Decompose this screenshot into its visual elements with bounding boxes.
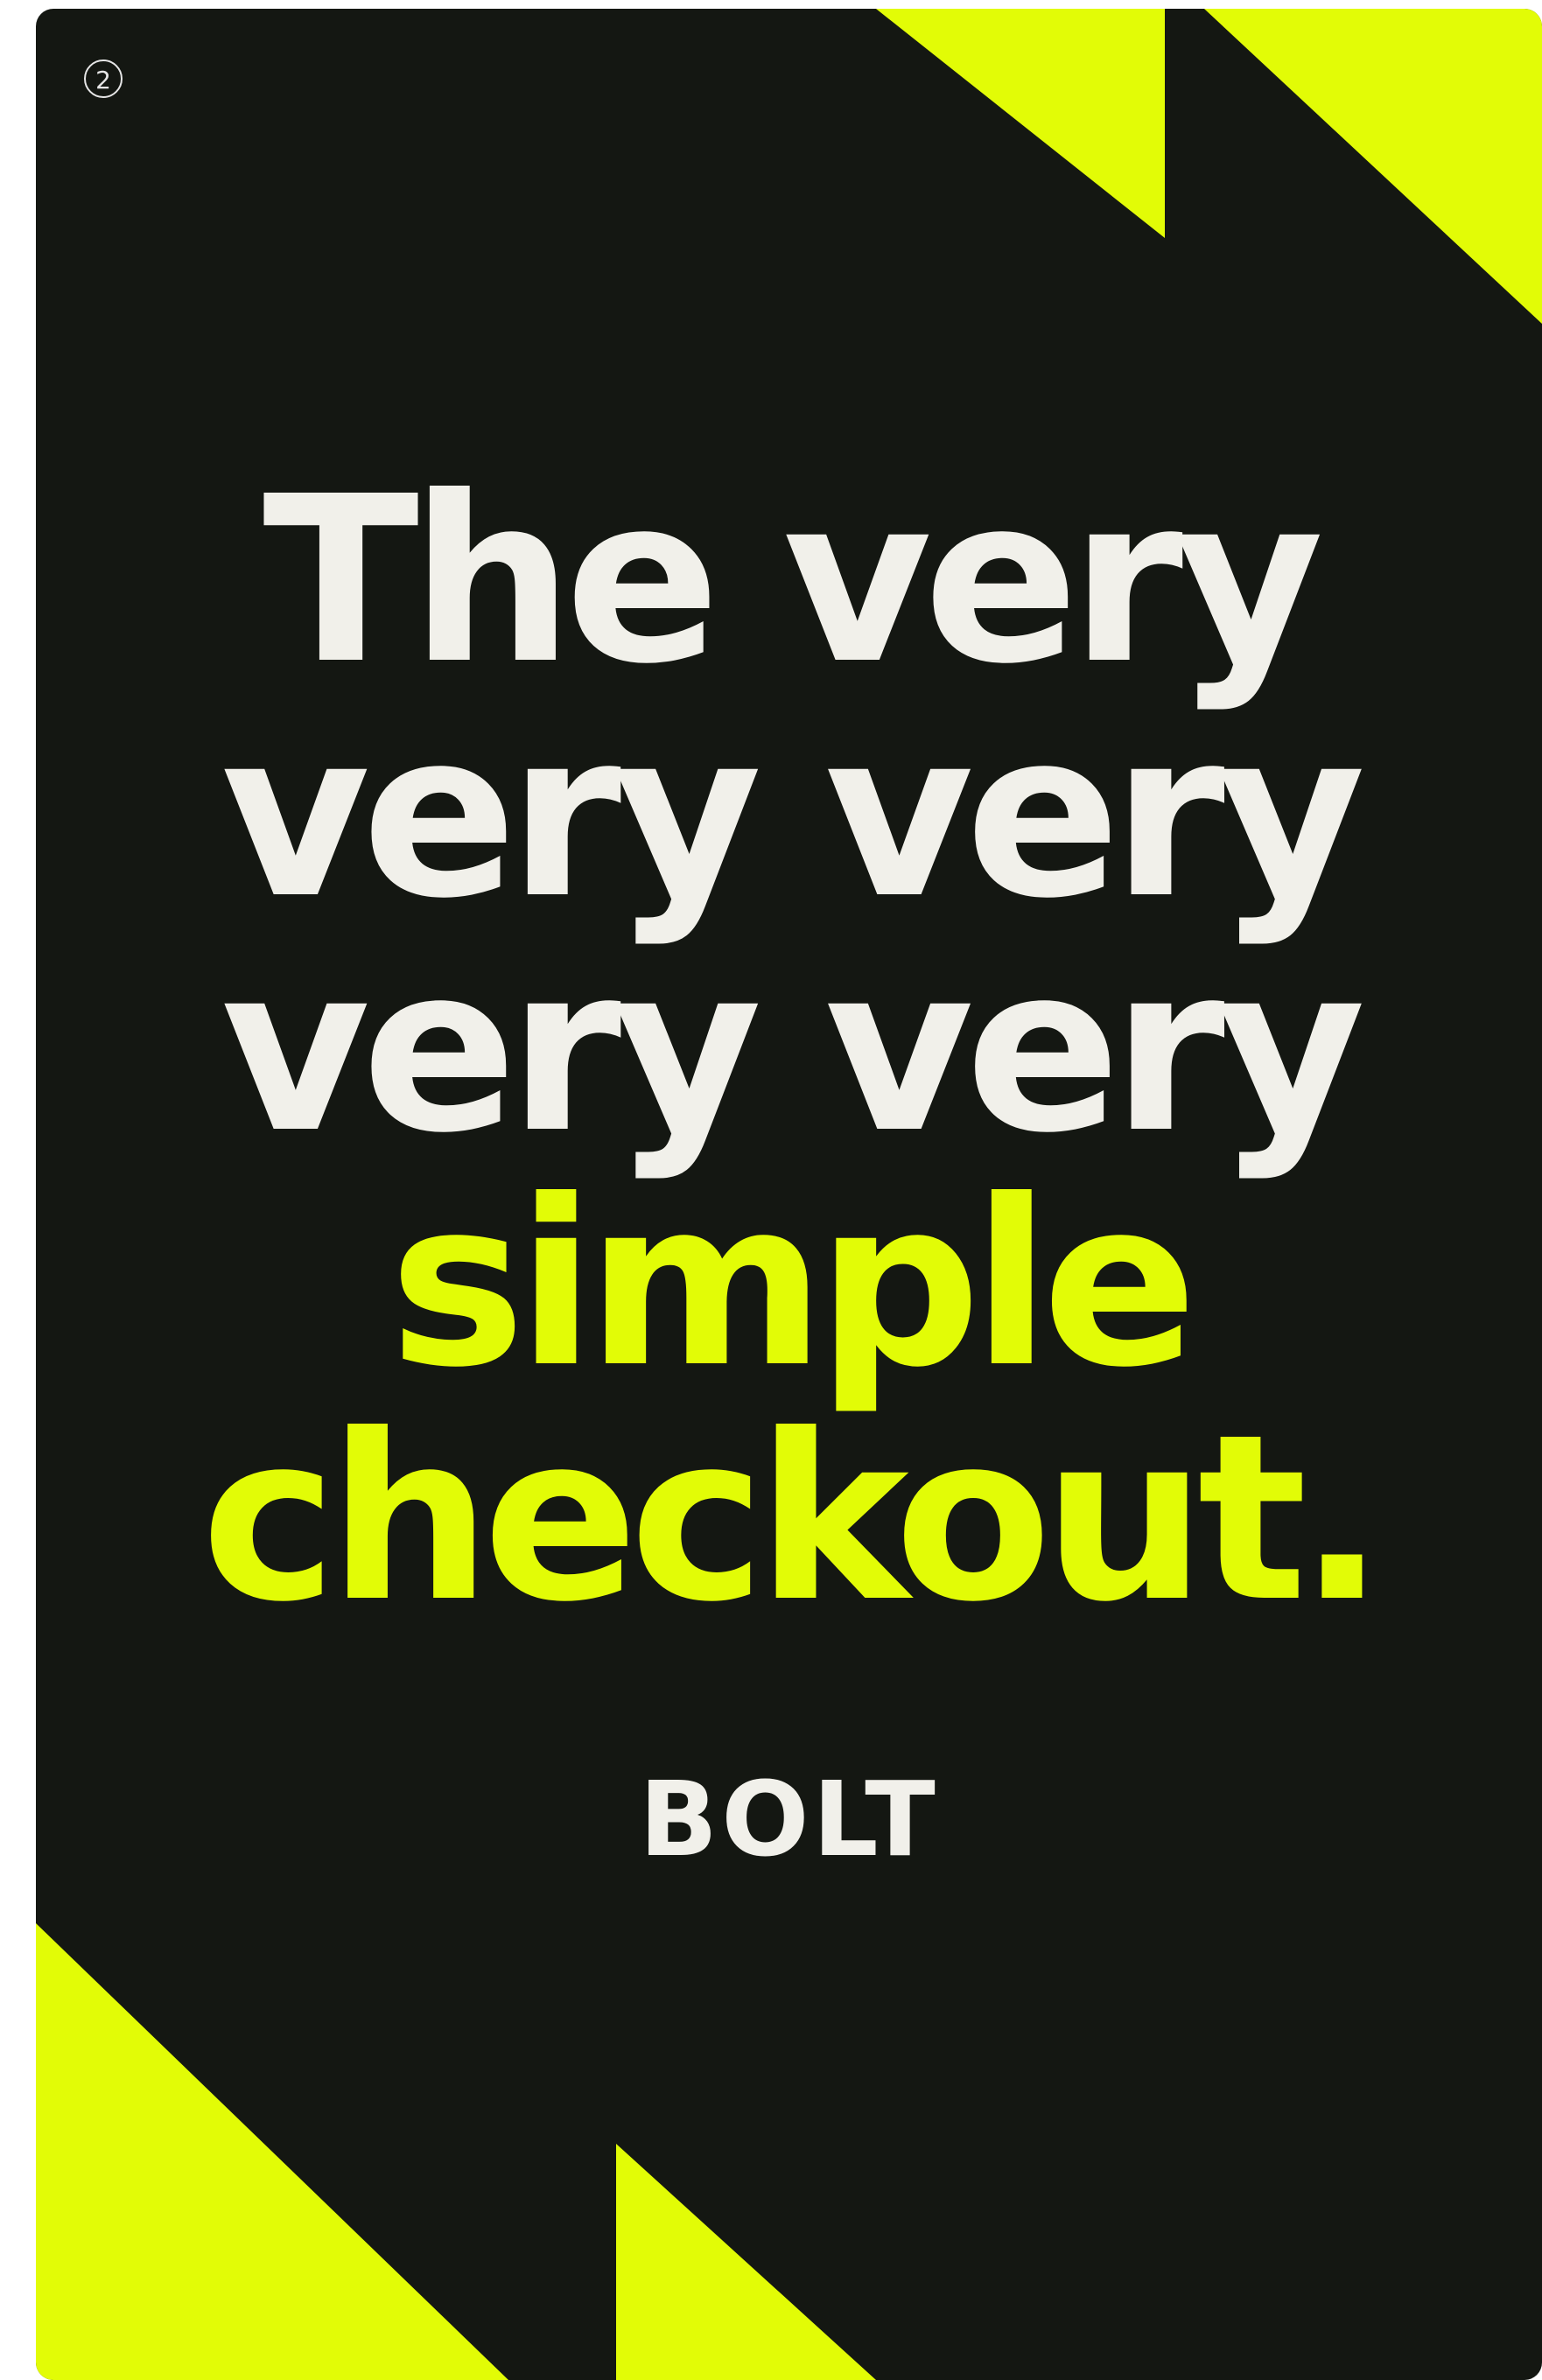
bolt-logo: BOLT <box>639 1759 939 1880</box>
page-number-badge: 2 <box>84 60 123 98</box>
poster: 2 The very very very very very simple ch… <box>36 9 1542 2380</box>
bottom-middle-accent-triangle <box>616 2144 876 2380</box>
top-right-accent-triangle <box>1204 9 1542 324</box>
bottom-left-accent-triangle <box>36 1923 508 2380</box>
headline-line-5: checkout. <box>200 1385 1385 1652</box>
headline-line-1: The very <box>263 447 1324 714</box>
headline-line-4: simple <box>389 1151 1198 1418</box>
top-left-accent-triangle <box>876 9 1165 238</box>
headline: The very very very very very simple chec… <box>36 464 1542 1636</box>
headline-line-2: very very <box>221 682 1365 948</box>
headline-line-3: very very <box>221 916 1365 1183</box>
